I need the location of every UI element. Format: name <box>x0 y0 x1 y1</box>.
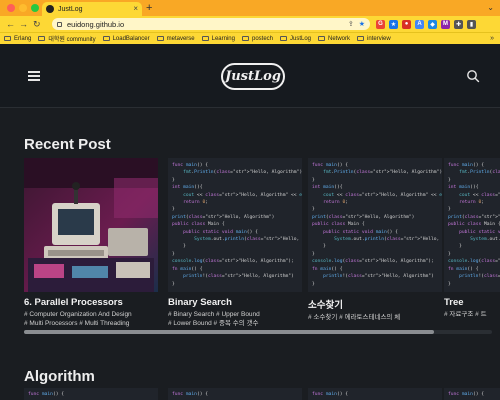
post-tags: # 자료구조 # 트 <box>444 310 500 319</box>
horizontal-scrollbar[interactable] <box>24 330 492 334</box>
tag-line: # 소수찾기 # 에라토스테네스의 체 <box>308 314 401 321</box>
post-card[interactable]: func main() { fmt.Println(class="str">"H… <box>444 158 500 328</box>
hamburger-menu-icon[interactable] <box>28 71 40 81</box>
url-text: euidong.github.io <box>67 19 125 29</box>
folder-icon <box>38 36 46 41</box>
code-thumbnail-image: func main() { <box>28 392 65 397</box>
folder-icon <box>201 36 209 41</box>
bookmark-label: Erlang <box>14 35 32 42</box>
post-card[interactable]: func main() { fmt.Println(class="str">"H… <box>168 158 302 328</box>
reload-icon[interactable]: ↻ <box>33 19 41 29</box>
extension-icon[interactable]: ● <box>402 19 411 29</box>
folder-icon <box>102 36 110 41</box>
code-thumbnail-image: func main() { fmt.Println(class="str">"H… <box>444 158 500 292</box>
recent-post-carousel: 6. Parallel Processors # Computer Organiz… <box>24 158 500 328</box>
favicon-icon <box>46 5 54 13</box>
extension-icon[interactable]: A <box>415 19 424 29</box>
folder-icon <box>4 36 11 41</box>
lock-icon <box>57 21 62 27</box>
maximize-window-button[interactable] <box>31 4 39 12</box>
post-tags: # Computer Organization And Design # Mult… <box>24 310 158 328</box>
back-icon[interactable]: ← <box>6 19 15 29</box>
post-title: 6. Parallel Processors <box>24 297 123 308</box>
bookmarks-overflow-icon[interactable]: » <box>490 35 494 42</box>
post-tags: # 소수찾기 # 에라토스테네스의 체 <box>308 313 442 322</box>
tag-line: # Binary Search # Upper Bound <box>168 311 260 318</box>
post-thumbnail-image <box>24 158 158 292</box>
bookmark-label: 대학원 community <box>48 37 96 43</box>
tag-line: # Computer Organization And Design <box>24 311 132 318</box>
tab-strip: JustLog × + ⌄ <box>0 0 500 16</box>
share-icon[interactable]: ⇪ <box>348 20 354 28</box>
post-title: Tree <box>444 297 464 308</box>
bookmark-label: JustLog <box>290 35 312 42</box>
close-tab-icon[interactable]: × <box>133 5 138 13</box>
bookmark-label: metaverse <box>166 35 195 42</box>
minimize-window-button[interactable] <box>19 4 27 12</box>
bookmark-item[interactable]: LoadBalancer <box>102 35 150 42</box>
logo-text: JustLog <box>225 69 281 84</box>
extensions-bar: G ★ ● A ◆ M ✚ ▮ <box>376 18 476 30</box>
folder-icon <box>357 36 365 41</box>
tag-line: # Lower Bound # 중복 수의 갯수 <box>168 320 259 327</box>
browser-chrome: JustLog × + ⌄ ← → ↻ euidong.github.io ⇪ … <box>0 0 500 44</box>
extension-icon[interactable]: ◆ <box>428 19 437 29</box>
extension-icon[interactable]: ★ <box>389 19 398 29</box>
bookmark-label: Learning <box>211 35 235 42</box>
bookmark-item[interactable]: 대학원 community <box>38 34 96 43</box>
bookmark-item[interactable]: interview <box>357 36 391 42</box>
post-card[interactable]: func main() { <box>24 388 158 400</box>
bookmark-label: LoadBalancer <box>112 35 150 42</box>
scrollbar-thumb[interactable] <box>24 330 434 334</box>
bookmarks-bar: Erlang 대학원 community LoadBalancer metaverse… <box>0 32 500 44</box>
post-title: 소수찾기 <box>308 300 343 311</box>
bookmark-star-icon[interactable]: ★ <box>359 20 365 28</box>
extension-icon[interactable]: ✚ <box>454 19 463 29</box>
address-bar[interactable]: euidong.github.io ⇪ ★ <box>52 18 370 30</box>
post-card[interactable]: func main() { fmt.Println(class="str">"H… <box>308 158 442 328</box>
algorithm-heading: Algorithm <box>24 368 95 385</box>
tag-line: # Multi Processors # Multi Threading <box>24 320 130 327</box>
tab-search-icon[interactable]: ⌄ <box>487 3 494 12</box>
code-thumbnail-image: func main() { fmt.Println(class="str">"H… <box>168 158 302 292</box>
code-thumbnail-image: func main() { <box>172 392 209 397</box>
code-thumbnail-image: func main() { <box>448 392 485 397</box>
extension-icon[interactable]: G <box>376 19 385 29</box>
site-logo[interactable]: JustLog <box>221 63 285 90</box>
post-card[interactable]: func main() { <box>444 388 500 400</box>
bookmark-item[interactable]: Network <box>318 36 350 42</box>
bookmark-label: interview <box>367 35 391 42</box>
algorithm-carousel: func main() { func main() { func main() { f… <box>24 388 500 400</box>
folder-icon <box>241 36 249 41</box>
post-title: Binary Search <box>168 297 232 308</box>
post-card[interactable]: func main() { <box>308 388 442 400</box>
recent-post-heading: Recent Post <box>24 136 111 153</box>
extension-icon[interactable]: M <box>441 19 450 29</box>
code-thumbnail-image: func main() { <box>312 392 349 397</box>
folder-icon <box>318 36 326 41</box>
bookmark-label: Network <box>328 35 351 42</box>
forward-icon[interactable]: → <box>19 19 28 29</box>
bookmark-label: postech <box>251 35 273 42</box>
code-thumbnail-image: func main() { fmt.Println(class="str">"H… <box>308 158 442 292</box>
bookmark-item[interactable]: metaverse <box>156 35 195 42</box>
post-tags: # Binary Search # Upper Bound # Lower Bou… <box>168 310 302 328</box>
folder-icon <box>156 36 164 41</box>
post-card[interactable]: 6. Parallel Processors # Computer Organiz… <box>24 158 158 328</box>
new-tab-button[interactable]: + <box>146 2 152 14</box>
close-window-button[interactable] <box>7 4 15 12</box>
search-icon[interactable] <box>466 69 480 83</box>
tag-line: # 자료구조 # 트 <box>444 311 487 318</box>
bookmark-item[interactable]: postech <box>241 35 273 42</box>
browser-toolbar: ← → ↻ euidong.github.io ⇪ ★ G ★ ● A ◆ M ✚ ▮ <box>0 16 500 32</box>
extension-icon[interactable]: ▮ <box>467 19 476 29</box>
site-header: JustLog <box>0 44 500 108</box>
folder-icon <box>280 36 287 41</box>
post-card[interactable]: func main() { <box>168 388 302 400</box>
bookmark-item[interactable]: Erlang <box>4 36 31 42</box>
browser-tab[interactable]: JustLog × <box>42 2 142 16</box>
tab-title: JustLog <box>58 5 83 13</box>
bookmark-item[interactable]: JustLog <box>280 36 311 42</box>
bookmark-item[interactable]: Learning <box>201 35 235 42</box>
